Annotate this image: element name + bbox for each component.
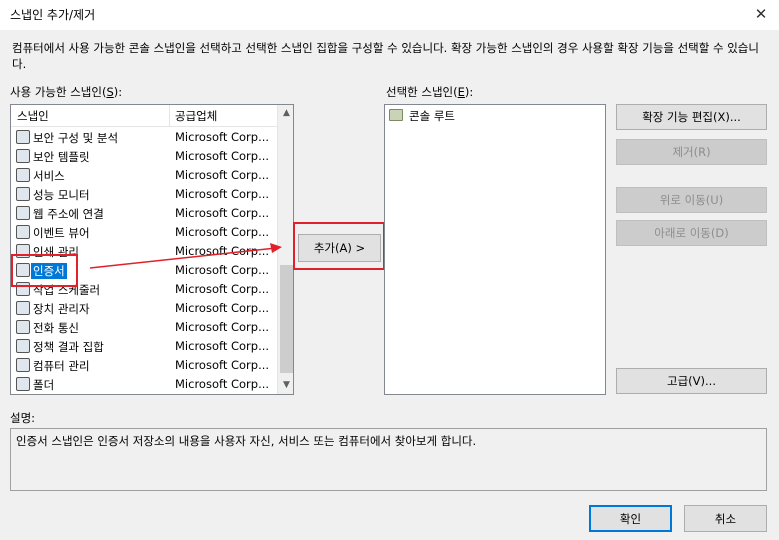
list-item-name: 전화 통신	[33, 321, 79, 335]
list-item-vendor: Microsoft Corp...	[175, 282, 270, 296]
column-divider[interactable]	[169, 105, 170, 127]
list-item[interactable]: 장치 관리자 Microsoft Corp...	[11, 299, 277, 318]
title-bar: 스냅인 추가/제거 ✕	[0, 0, 779, 30]
list-item[interactable]: 컴퓨터 관리 Microsoft Corp...	[11, 356, 277, 375]
device-manager-icon	[16, 301, 30, 315]
list-item-name: 컴퓨터 관리	[33, 359, 90, 373]
list-item-name: 웹 주소에 연결	[33, 207, 104, 221]
list-item[interactable]: 폴더 Microsoft Corp...	[11, 375, 277, 394]
computer-management-icon	[16, 358, 30, 372]
list-item-name: 장치 관리자	[33, 302, 90, 316]
remove-button[interactable]: 제거(R)	[616, 139, 767, 165]
list-item-vendor: Microsoft Corp...	[175, 244, 270, 258]
advanced-button[interactable]: 고급(V)...	[616, 368, 767, 394]
list-item[interactable]: 전화 통신 Microsoft Corp...	[11, 318, 277, 337]
services-gear-icon	[16, 168, 30, 182]
list-item[interactable]: 이벤트 뷰어 Microsoft Corp...	[11, 223, 277, 242]
list-item-vendor: Microsoft Corp...	[175, 187, 270, 201]
scroll-up-icon[interactable]: ▲	[278, 105, 293, 122]
list-item-vendor: Microsoft Corp...	[175, 339, 270, 353]
list-item-vendor: Microsoft Corp...	[175, 130, 270, 144]
list-item-vendor: Microsoft Corp...	[175, 149, 270, 163]
list-item-name: 보안 템플릿	[33, 150, 90, 164]
available-snapins-list[interactable]: 스냅인 공급업체 보안 구성 및 분석 Microsoft Corp... 보안 템…	[10, 104, 294, 395]
selected-item-label: 콘솔 루트	[409, 109, 455, 123]
list-item[interactable]: 성능 모니터 Microsoft Corp...	[11, 185, 277, 204]
description-label: 설명:	[10, 411, 36, 425]
close-icon[interactable]: ✕	[750, 3, 772, 25]
edit-extensions-button[interactable]: 확장 기능 편집(X)...	[616, 104, 767, 130]
list-item-vendor: Microsoft Corp...	[175, 377, 270, 391]
list-item-vendor: Microsoft Corp...	[175, 320, 270, 334]
column-header-vendor[interactable]: 공급업체	[175, 108, 217, 124]
list-item-name: 이벤트 뷰어	[33, 226, 90, 240]
list-item-name: 성능 모니터	[33, 188, 90, 202]
list-item-name: 보안 구성 및 분석	[33, 131, 119, 145]
list-item[interactable]: 정책 결과 집합 Microsoft Corp...	[11, 337, 277, 356]
security-analysis-icon	[16, 130, 30, 144]
selected-snapins-list[interactable]: 콘솔 루트	[384, 104, 606, 395]
cancel-button[interactable]: 취소	[684, 505, 767, 532]
move-down-button[interactable]: 아래로 이동(D)	[616, 220, 767, 246]
list-header: 스냅인 공급업체	[11, 105, 277, 127]
scroll-down-icon[interactable]: ▼	[278, 377, 293, 394]
available-snapins-label: 사용 가능한 스냅인(S):	[10, 85, 123, 99]
description-box: 인증서 스냅인은 인증서 저장소의 내용을 사용자 자신, 서비스 또는 컴퓨터…	[10, 428, 767, 491]
web-link-icon	[16, 206, 30, 220]
column-header-snapin[interactable]: 스냅인	[17, 108, 49, 124]
list-item[interactable]: 서비스 Microsoft Corp...	[11, 166, 277, 185]
list-item-vendor: Microsoft Corp...	[175, 301, 270, 315]
console-root-folder-icon	[389, 109, 403, 121]
list-item-vendor: Microsoft Corp...	[175, 206, 270, 220]
annotation-highlight-certificate	[11, 254, 78, 287]
folder-icon	[16, 377, 30, 391]
list-item[interactable]: 보안 템플릿 Microsoft Corp...	[11, 147, 277, 166]
list-item-vendor: Microsoft Corp...	[175, 358, 270, 372]
window-title: 스냅인 추가/제거	[10, 8, 96, 22]
move-up-button[interactable]: 위로 이동(U)	[616, 187, 767, 213]
list-item-vendor: Microsoft Corp...	[175, 263, 270, 277]
list-scrollbar[interactable]: ▲ ▼	[277, 105, 293, 394]
telephony-icon	[16, 320, 30, 334]
event-viewer-icon	[16, 225, 30, 239]
list-item[interactable]: 보안 구성 및 분석 Microsoft Corp...	[11, 128, 277, 147]
scroll-thumb[interactable]	[280, 265, 293, 373]
intro-text: 컴퓨터에서 사용 가능한 콘솔 스냅인을 선택하고 선택한 스냅인 집합을 구성…	[12, 41, 759, 71]
list-item-name: 폴더	[33, 378, 55, 392]
list-item[interactable]: 웹 주소에 연결 Microsoft Corp...	[11, 204, 277, 223]
security-template-icon	[16, 149, 30, 163]
list-item-name: 정책 결과 집합	[33, 340, 104, 354]
annotation-highlight-add	[293, 222, 385, 270]
list-item-vendor: Microsoft Corp...	[175, 168, 270, 182]
list-item-name: 서비스	[33, 169, 65, 183]
description-text: 인증서 스냅인은 인증서 저장소의 내용을 사용자 자신, 서비스 또는 컴퓨터…	[16, 434, 477, 448]
list-item-vendor: Microsoft Corp...	[175, 225, 270, 239]
performance-monitor-icon	[16, 187, 30, 201]
selected-snapins-label: 선택한 스냅인(E):	[386, 85, 474, 99]
policy-result-icon	[16, 339, 30, 353]
ok-button[interactable]: 확인	[589, 505, 672, 532]
